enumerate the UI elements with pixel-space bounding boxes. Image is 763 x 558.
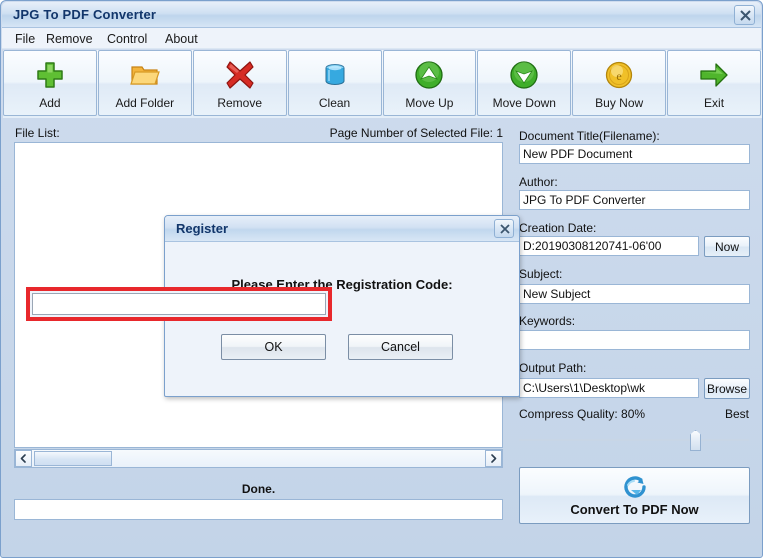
menu-item-about[interactable]: About [161, 31, 202, 47]
green-arrow-right-icon [668, 58, 760, 92]
menu-item-control[interactable]: Control [103, 31, 151, 47]
scrollbar-thumb[interactable] [34, 451, 112, 466]
dialog-close-button[interactable] [494, 219, 514, 238]
toolbar: Add Add Folder Remove Clean Move Up Move… [3, 50, 762, 118]
scroll-right-button[interactable] [485, 450, 502, 467]
toolbar-label-move-up: Move Up [405, 96, 454, 110]
page-number-label: Page Number of Selected File: 1 [329, 126, 503, 140]
convert-to-pdf-label: Convert To PDF Now [570, 502, 699, 517]
toolbar-label-add: Add [39, 96, 61, 110]
output-path-input[interactable]: C:\Users\1\Desktop\wk [519, 378, 699, 398]
close-icon [500, 224, 510, 234]
document-title-input[interactable]: New PDF Document [519, 144, 750, 164]
toolbar-label-move-down: Move Down [492, 96, 556, 110]
author-input[interactable]: JPG To PDF Converter [519, 190, 750, 210]
coin-icon: e [573, 58, 665, 92]
svg-text:e: e [617, 69, 622, 83]
toolbar-button-move-down[interactable]: Move Down [477, 50, 572, 116]
close-button[interactable] [734, 5, 755, 25]
toolbar-label-exit: Exit [704, 96, 725, 110]
chevron-left-icon [20, 454, 26, 463]
toolbar-button-remove[interactable]: Remove [192, 50, 287, 116]
registration-code-input[interactable] [32, 293, 326, 315]
slider-thumb[interactable] [690, 430, 701, 451]
bucket-icon [289, 58, 381, 92]
menu-item-remove[interactable]: Remove [42, 31, 97, 47]
toolbar-label-buy-now: Buy Now [595, 96, 644, 110]
keywords-input[interactable] [519, 330, 750, 350]
arrow-up-circle-icon [384, 58, 476, 92]
convert-refresh-icon [520, 473, 749, 500]
author-label: Author: [519, 175, 558, 189]
subject-label: Subject: [519, 267, 563, 281]
file-list-horizontal-scrollbar[interactable] [14, 449, 503, 468]
file-list-label: File List: [15, 126, 60, 140]
toolbar-button-clean[interactable]: Clean [287, 50, 382, 116]
progress-bar [14, 499, 503, 520]
slider-track [519, 439, 749, 441]
toolbar-button-move-up[interactable]: Move Up [382, 50, 477, 116]
menu-item-file[interactable]: File [11, 31, 39, 47]
toolbar-button-exit[interactable]: Exit [667, 50, 761, 116]
subject-input[interactable]: New Subject [519, 284, 750, 304]
toolbar-label-clean: Clean [318, 96, 351, 110]
dialog-title: Register [176, 221, 229, 236]
status-text: Done. [241, 482, 276, 496]
chevron-right-icon [491, 454, 497, 463]
application-window: JPG To PDF Converter File Remove Control… [0, 0, 763, 558]
browse-button[interactable]: Browse [704, 378, 750, 399]
toolbar-label-remove: Remove [217, 96, 263, 110]
compress-quality-slider[interactable] [519, 426, 749, 452]
title-bar: JPG To PDF Converter [2, 2, 761, 28]
compress-quality-max-label: Best [724, 407, 749, 421]
document-title-label: Document Title(Filename): [519, 129, 660, 143]
toolbar-button-add[interactable]: Add [3, 50, 97, 116]
keywords-label: Keywords: [519, 314, 576, 328]
output-path-label: Output Path: [519, 361, 587, 375]
creation-date-input[interactable]: D:20190308120741-06'00 [519, 236, 699, 256]
creation-date-label: Creation Date: [519, 221, 597, 235]
window-title: JPG To PDF Converter [13, 7, 157, 22]
red-x-icon [194, 58, 286, 92]
toolbar-button-buy-now[interactable]: e Buy Now [572, 50, 667, 116]
arrow-down-circle-icon [478, 58, 570, 92]
convert-to-pdf-button[interactable]: Convert To PDF Now [519, 467, 750, 524]
toolbar-button-add-folder[interactable]: Add Folder [97, 50, 192, 116]
now-button[interactable]: Now [704, 236, 750, 257]
scroll-left-button[interactable] [15, 450, 32, 467]
plus-icon [4, 58, 96, 92]
folder-icon [99, 58, 191, 92]
ok-button[interactable]: OK [221, 334, 326, 360]
dialog-title-bar: Register [165, 216, 519, 242]
cancel-button[interactable]: Cancel [348, 334, 453, 360]
toolbar-label-add-folder: Add Folder [115, 96, 175, 110]
menu-bar: File Remove Control About [2, 28, 761, 49]
close-icon [740, 10, 751, 21]
